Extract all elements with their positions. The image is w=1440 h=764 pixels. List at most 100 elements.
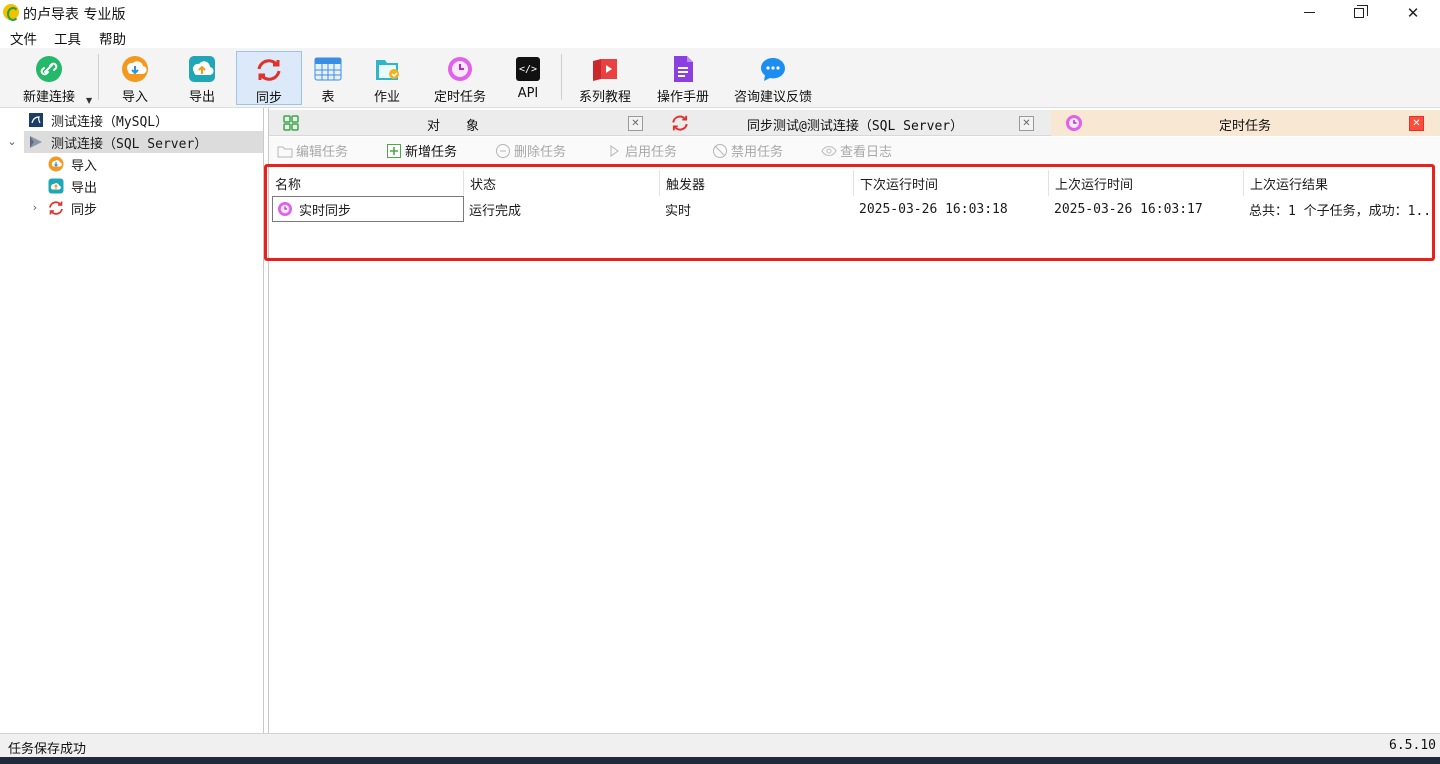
add-task-button[interactable]: 新增任务 <box>386 141 457 160</box>
tree-item-mysql[interactable]: 测试连接（MySQL） <box>0 109 263 131</box>
disable-task-button[interactable]: 禁用任务 <box>712 141 783 160</box>
task-name-cell[interactable]: 实时同步 <box>272 196 464 222</box>
tree-item-sync[interactable]: 同步 <box>48 197 263 219</box>
workspace-pane: 对 象 ✕ 同步测试@测试连接（SQL Server） ✕ 定时任务 ✕ 编辑任… <box>264 108 1440 733</box>
task-table: 名称 状态 触发器 下次运行时间 上次运行时间 上次运行结果 实时同步 运行完成… <box>269 170 1440 222</box>
collapse-chevron-icon[interactable]: ⌄ <box>6 135 18 148</box>
folder-edit-icon <box>277 143 293 159</box>
sync-label: 同步 <box>255 91 282 106</box>
app-logo-icon <box>3 4 19 21</box>
task-action-bar: 编辑任务 新增任务 删除任务 启用任务 禁用任务 查看日志 <box>269 137 1440 163</box>
menu-file[interactable]: 文件 <box>10 28 37 48</box>
sync-icon <box>671 114 689 136</box>
restore-icon <box>1354 4 1368 18</box>
manual-label: 操作手册 <box>656 90 709 105</box>
tree-item-export[interactable]: 导出 <box>48 175 263 197</box>
play-icon <box>606 143 622 159</box>
import-icon <box>121 55 149 83</box>
tab-objects[interactable]: 对 象 ✕ <box>269 110 657 136</box>
column-header-next-run[interactable]: 下次运行时间 <box>854 170 1049 196</box>
table-button[interactable]: 表 <box>306 51 350 105</box>
window-title: 的卢导表 专业版 <box>23 7 126 23</box>
tree-item-label: 导入 <box>71 158 98 174</box>
tree-item-sqlserver[interactable]: 测试连接（SQL Server） <box>24 131 263 153</box>
export-icon <box>48 178 64 194</box>
export-icon <box>188 55 216 83</box>
dropdown-caret-icon[interactable]: ▼ <box>86 96 92 105</box>
sqlserver-icon <box>28 134 44 150</box>
chat-icon <box>759 55 787 83</box>
os-taskbar <box>0 757 1440 764</box>
tab-title: 对 象 <box>427 119 480 134</box>
table-row[interactable]: 实时同步 运行完成 实时 2025-03-26 16:03:18 2025-03… <box>269 196 1440 222</box>
job-label: 作业 <box>373 90 400 105</box>
tab-close-icon[interactable]: ✕ <box>1409 116 1424 131</box>
ban-icon <box>712 143 728 159</box>
tab-close-icon[interactable]: ✕ <box>628 116 643 131</box>
minimize-button[interactable] <box>1282 0 1336 25</box>
table-icon <box>314 55 342 83</box>
import-button[interactable]: 导入 <box>108 51 162 105</box>
manual-button[interactable]: 操作手册 <box>650 51 716 105</box>
column-header-trigger[interactable]: 触发器 <box>660 170 854 196</box>
column-header-last-result[interactable]: 上次运行结果 <box>1244 170 1436 196</box>
status-bar: 任务保存成功 6.5.10 <box>0 733 1440 757</box>
table-header: 名称 状态 触发器 下次运行时间 上次运行时间 上次运行结果 <box>269 170 1440 196</box>
menu-help[interactable]: 帮助 <box>99 28 126 48</box>
edit-task-button[interactable]: 编辑任务 <box>277 141 348 160</box>
api-button[interactable]: </> API <box>506 51 550 105</box>
maximize-button[interactable] <box>1332 0 1386 25</box>
sync-icon <box>255 56 283 84</box>
clock-icon <box>1065 114 1083 136</box>
main-toolbar: 新建连接 ▼ 导入 导出 同步 表 作业 定时任务 </> API 系列教程 操… <box>0 48 1440 108</box>
new-connection-button[interactable]: 新建连接 <box>14 51 84 105</box>
tab-scheduled-tasks[interactable]: 定时任务 ✕ <box>1051 110 1440 136</box>
task-status: 运行完成 <box>469 203 522 219</box>
version-label: 6.5.10 <box>1389 738 1436 753</box>
tab-title: 同步测试@测试连接（SQL Server） <box>747 119 964 134</box>
tab-bar: 对 象 ✕ 同步测试@测试连接（SQL Server） ✕ 定时任务 ✕ <box>269 110 1440 136</box>
scheduled-task-button[interactable]: 定时任务 <box>424 51 496 105</box>
tutorials-label: 系列教程 <box>578 90 631 105</box>
expand-chevron-icon[interactable]: › <box>29 201 41 214</box>
mysql-icon <box>28 112 44 128</box>
tree-item-label: 导出 <box>71 180 98 196</box>
column-header-name[interactable]: 名称 <box>269 170 464 196</box>
column-header-status[interactable]: 状态 <box>464 170 660 196</box>
status-message: 任务保存成功 <box>8 742 87 757</box>
clock-icon <box>277 201 293 217</box>
column-header-last-run[interactable]: 上次运行时间 <box>1049 170 1244 196</box>
tutorials-button[interactable]: 系列教程 <box>572 51 638 105</box>
feedback-button[interactable]: 咨询建议反馈 <box>728 51 818 105</box>
view-log-button[interactable]: 查看日志 <box>821 141 892 160</box>
import-icon <box>48 156 64 172</box>
job-icon <box>373 55 401 83</box>
toolbar-separator <box>561 54 562 100</box>
tab-sync-test[interactable]: 同步测试@测试连接（SQL Server） ✕ <box>659 110 1049 136</box>
eye-icon <box>821 143 837 159</box>
menu-tools[interactable]: 工具 <box>54 28 81 48</box>
export-label: 导出 <box>188 90 215 105</box>
tree-item-import[interactable]: 导入 <box>48 153 263 175</box>
video-book-icon <box>591 55 619 83</box>
minimize-icon <box>1303 12 1315 13</box>
tab-close-icon[interactable]: ✕ <box>1019 116 1034 131</box>
scheduled-task-label: 定时任务 <box>433 90 486 105</box>
export-button[interactable]: 导出 <box>175 51 229 105</box>
sync-icon <box>48 200 64 216</box>
grid-icon <box>283 115 299 135</box>
connection-tree: 测试连接（MySQL） 测试连接（SQL Server） ⌄ 导入 导出 › 同… <box>0 108 264 733</box>
tree-item-label: 测试连接（SQL Server） <box>51 136 208 152</box>
tab-title: 定时任务 <box>1219 119 1272 134</box>
tree-item-label: 测试连接（MySQL） <box>51 114 169 130</box>
sync-button[interactable]: 同步 <box>236 51 302 106</box>
close-button[interactable]: ✕ <box>1386 0 1440 25</box>
task-last-run: 2025-03-26 16:03:17 <box>1054 201 1203 217</box>
delete-task-button[interactable]: 删除任务 <box>495 141 566 160</box>
document-icon <box>669 55 697 83</box>
enable-task-button[interactable]: 启用任务 <box>606 141 677 160</box>
api-label: API <box>517 86 539 101</box>
job-button[interactable]: 作业 <box>364 51 410 105</box>
minus-circle-icon <box>495 143 511 159</box>
close-icon: ✕ <box>1406 3 1420 22</box>
